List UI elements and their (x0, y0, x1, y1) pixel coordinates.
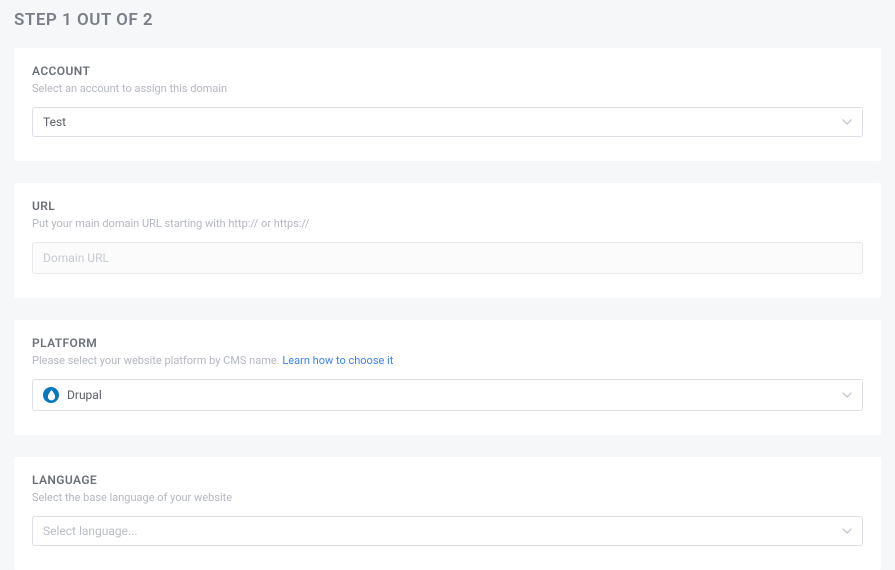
account-select[interactable]: Test (32, 107, 863, 137)
language-select[interactable]: Select language... (32, 516, 863, 546)
platform-help-link[interactable]: Learn how to choose it (282, 354, 393, 367)
language-card: LANGUAGE Select the base language of you… (14, 457, 881, 570)
platform-select[interactable]: Drupal (32, 379, 863, 411)
page-title: STEP 1 OUT OF 2 (14, 10, 881, 30)
account-card: ACCOUNT Select an account to assign this… (14, 48, 881, 161)
platform-select-value: Drupal (67, 388, 102, 402)
drupal-icon (43, 387, 59, 403)
platform-label: PLATFORM (32, 336, 863, 350)
language-hint: Select the base language of your website (32, 491, 863, 504)
account-label: ACCOUNT (32, 64, 863, 78)
url-card: URL Put your main domain URL starting wi… (14, 183, 881, 298)
url-hint: Put your main domain URL starting with h… (32, 217, 863, 230)
account-select-value: Test (43, 115, 66, 129)
url-input[interactable] (32, 242, 863, 274)
platform-hint: Please select your website platform by C… (32, 354, 863, 367)
url-label: URL (32, 199, 863, 213)
account-hint: Select an account to assign this domain (32, 82, 863, 95)
language-label: LANGUAGE (32, 473, 863, 487)
language-select-placeholder: Select language... (43, 524, 138, 538)
platform-card: PLATFORM Please select your website plat… (14, 320, 881, 435)
